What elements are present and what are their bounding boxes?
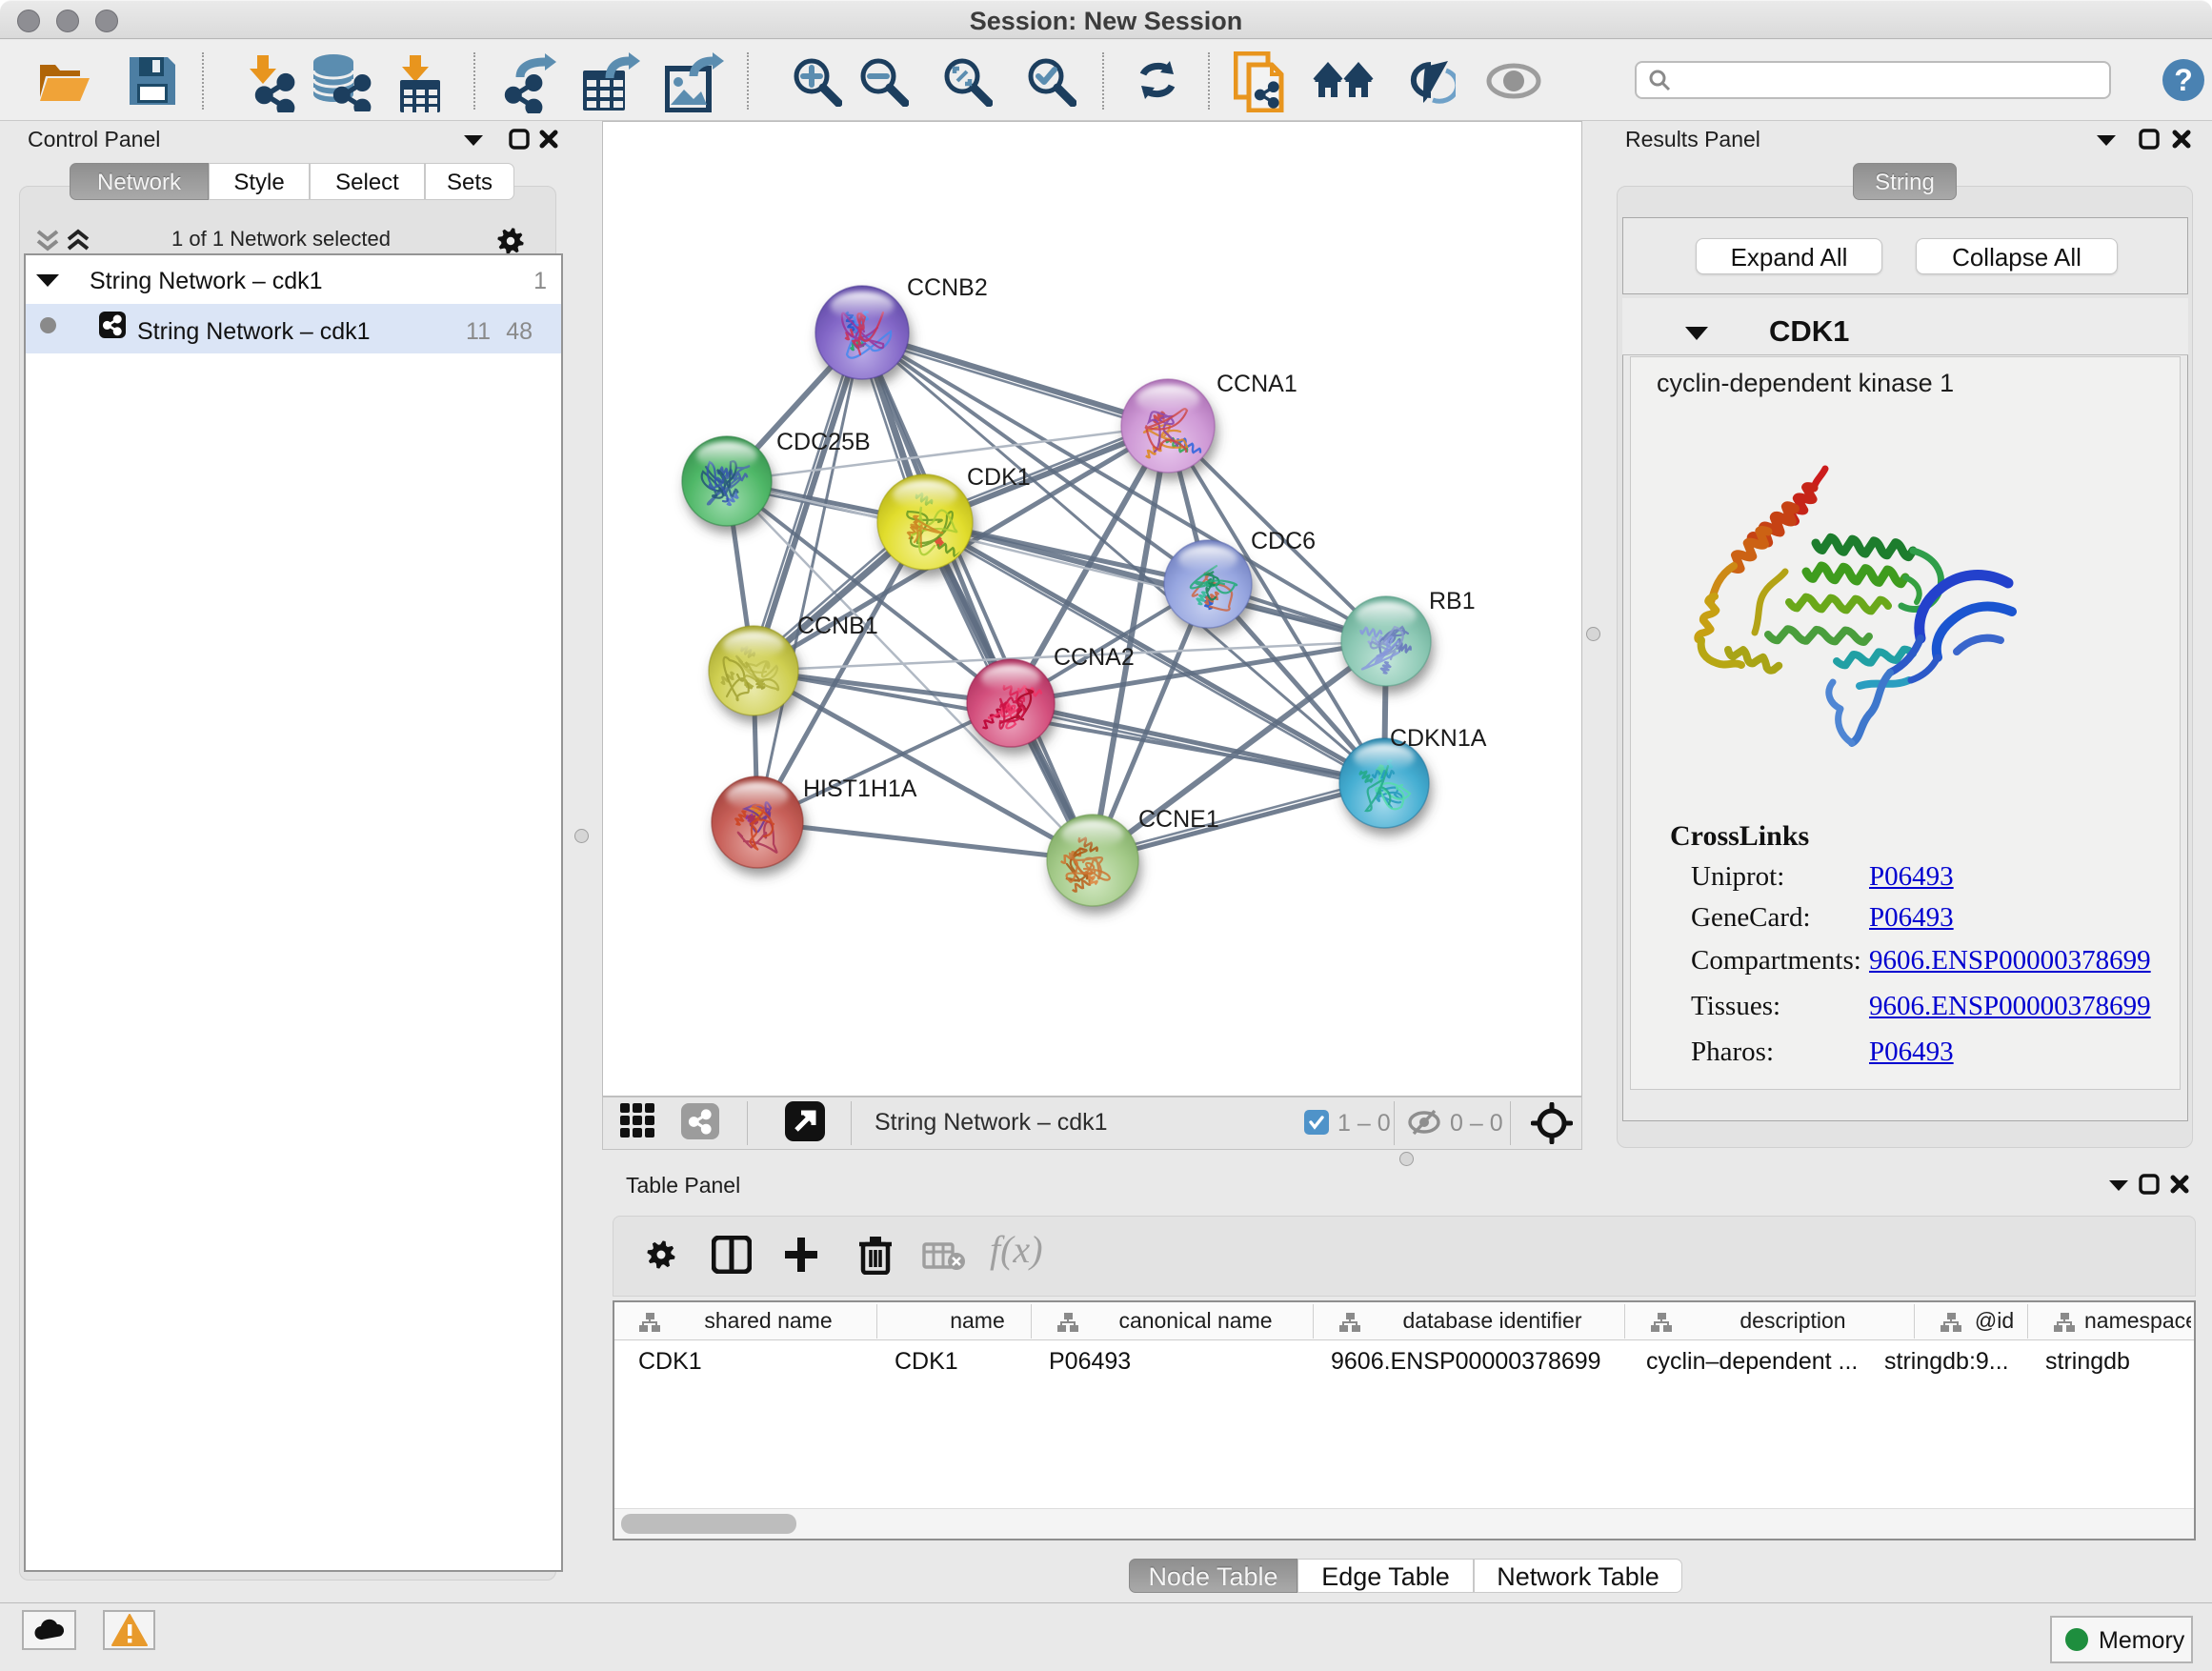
svg-text:CCNE1: CCNE1 (1138, 806, 1219, 833)
svg-text:CCNA1: CCNA1 (1217, 371, 1297, 397)
svg-text:CDC6: CDC6 (1251, 528, 1316, 554)
svg-text:CCNB1: CCNB1 (797, 613, 878, 639)
svg-text:RB1: RB1 (1429, 588, 1476, 614)
svg-text:CDKN1A: CDKN1A (1390, 725, 1487, 752)
svg-text:CCNB2: CCNB2 (907, 274, 988, 301)
svg-text:CCNA2: CCNA2 (1054, 644, 1135, 671)
svg-text:CDK1: CDK1 (967, 464, 1031, 491)
svg-text:CDC25B: CDC25B (776, 429, 871, 455)
svg-text:HIST1H1A: HIST1H1A (803, 775, 917, 802)
